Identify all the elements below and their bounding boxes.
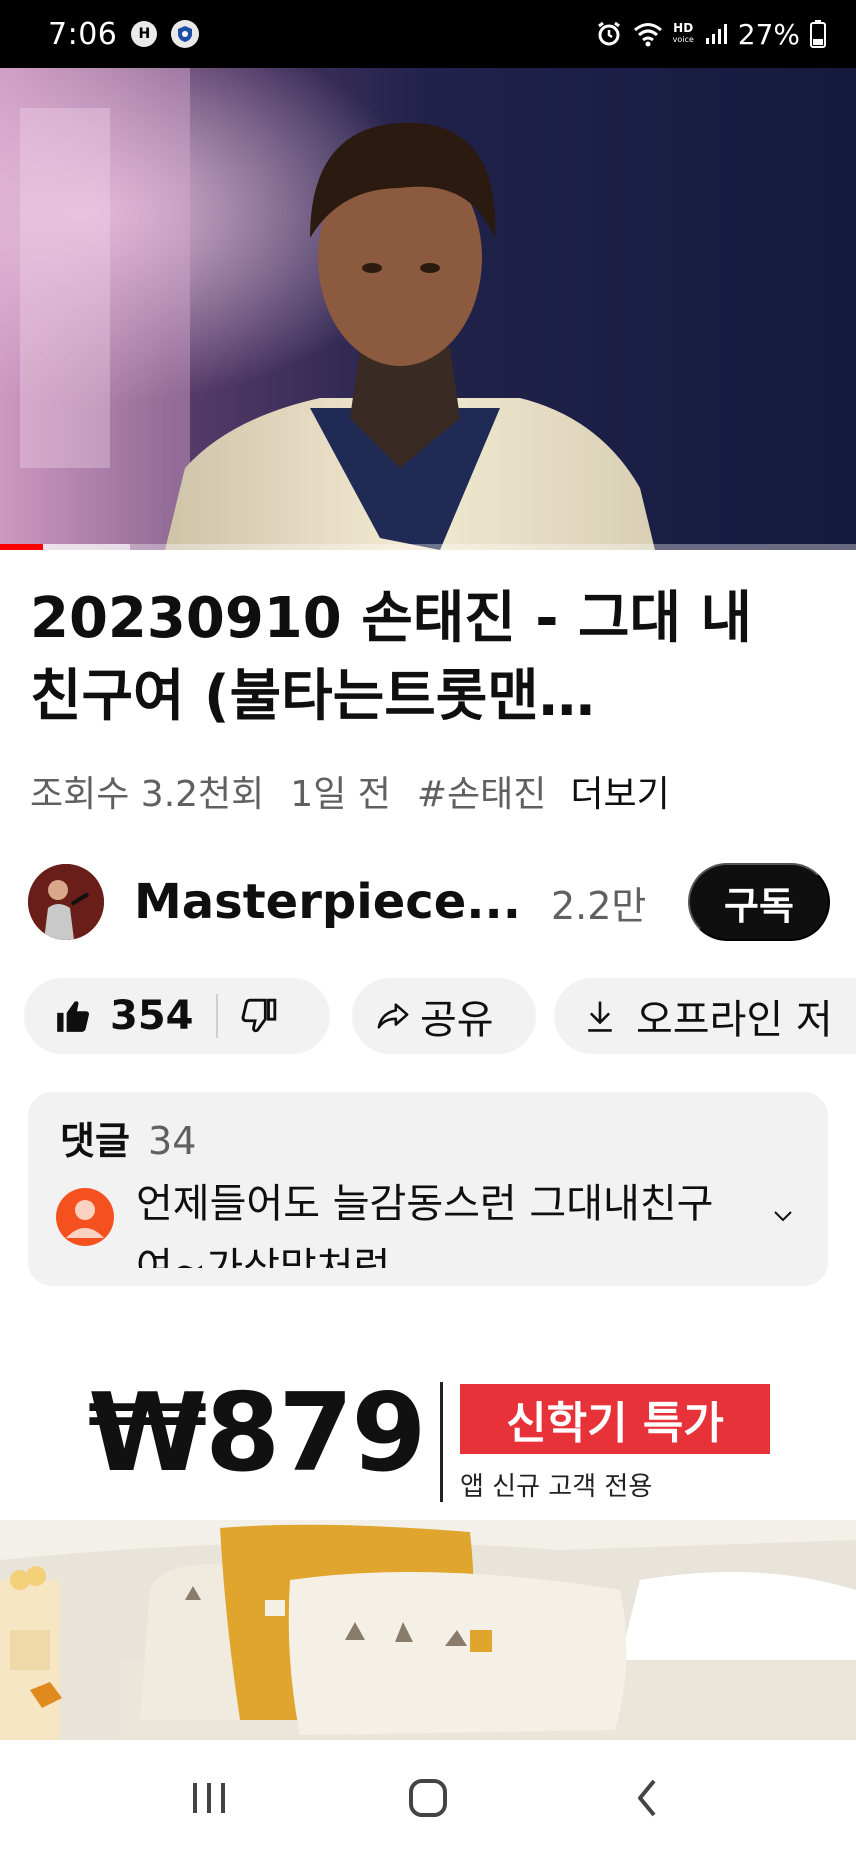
signal-icon xyxy=(704,22,728,46)
top-comment: 언제들어도 늘감동스런 그대내친구여~가삼맙처럼 xyxy=(136,1181,714,1268)
recents-icon[interactable] xyxy=(169,1758,249,1838)
status-right: HD voice 27% xyxy=(595,18,826,51)
offline-button[interactable]: 오프라인 저 xyxy=(554,978,856,1054)
wifi-icon xyxy=(633,21,663,47)
progress-bar[interactable] xyxy=(0,544,856,550)
like-dislike-group: 354 xyxy=(24,978,330,1054)
offline-label: 오프라인 저 xyxy=(636,997,833,1043)
comments-card[interactable]: 댓글 34 언제들어도 늘감동스런 그대내친구여~가삼맙처럼 xyxy=(28,1092,828,1286)
video-frame xyxy=(0,68,856,550)
status-left: 7:06 H xyxy=(48,16,200,52)
progress-played xyxy=(0,544,43,550)
voice-label: voice xyxy=(672,35,694,44)
ad-price: ₩879 xyxy=(88,1371,427,1496)
ad-product-image xyxy=(0,1520,856,1740)
video-meta[interactable]: 조회수 3.2천회 1일 전 #손태진 더보기 xyxy=(30,766,830,816)
like-count: 354 xyxy=(110,993,194,1039)
channel-row: Masterpiece... 2.2만 구독 xyxy=(28,862,830,942)
hd-label: HD xyxy=(673,21,694,35)
video-title[interactable]: 20230910 손태진 - 그대 내 친구여 (불타는트롯맨… xyxy=(30,580,820,736)
subscriber-count: 2.2만 xyxy=(550,883,647,928)
ad-tag: 신학기 특가 xyxy=(460,1384,770,1454)
ad-divider xyxy=(440,1382,443,1502)
shield-icon xyxy=(171,20,200,48)
upload-age: 1일 전 xyxy=(290,774,391,815)
more-link[interactable]: 더보기 xyxy=(570,765,669,817)
subscribe-button[interactable]: 구독 xyxy=(688,863,830,941)
channel-avatar[interactable] xyxy=(28,864,104,940)
commenter-avatar xyxy=(56,1188,114,1246)
status-bar: 7:06 H HD voice 27% xyxy=(0,0,856,68)
action-bar: 354 공유 오프라인 저 xyxy=(24,978,856,1054)
video-player[interactable] xyxy=(0,68,856,550)
comments-label: 댓글 xyxy=(60,1119,130,1163)
battery-percent: 27% xyxy=(737,17,800,51)
home-icon[interactable] xyxy=(388,1758,468,1838)
battery-icon xyxy=(810,20,826,48)
hashtag-link[interactable]: #손태진 xyxy=(417,765,547,817)
back-icon[interactable] xyxy=(607,1758,687,1838)
thumbs-up-icon xyxy=(57,1001,89,1032)
comments-count: 34 xyxy=(148,1119,197,1163)
system-nav-bar xyxy=(0,1740,856,1855)
hd-voice-icon: HD voice xyxy=(672,21,694,45)
comments-header: 댓글 34 xyxy=(60,1110,196,1165)
share-button[interactable]: 공유 xyxy=(352,978,536,1054)
share-label: 공유 xyxy=(420,997,494,1043)
share-icon xyxy=(377,1003,409,1029)
alarm-icon xyxy=(595,20,623,48)
dislike-button[interactable] xyxy=(240,997,278,1035)
ad-banner[interactable]: ₩879 신학기 특가 앱 신규 고객 전용 xyxy=(0,1320,856,1740)
download-icon xyxy=(588,1001,612,1032)
h-badge-icon: H xyxy=(131,21,158,47)
view-count: 조회수 3.2천회 xyxy=(30,774,265,815)
like-divider xyxy=(215,994,218,1038)
like-button[interactable]: 354 xyxy=(54,993,194,1039)
status-time: 7:06 xyxy=(48,16,118,52)
ad-subtitle: 앱 신규 고객 전용 xyxy=(460,1472,653,1502)
channel-name[interactable]: Masterpiece... xyxy=(134,874,521,930)
chevron-down-icon[interactable] xyxy=(772,1208,794,1227)
thumbs-down-icon xyxy=(241,998,276,1033)
screen: 7:06 H HD voice 27% 20230910 손태진 - 그대 내 … xyxy=(0,0,856,1855)
